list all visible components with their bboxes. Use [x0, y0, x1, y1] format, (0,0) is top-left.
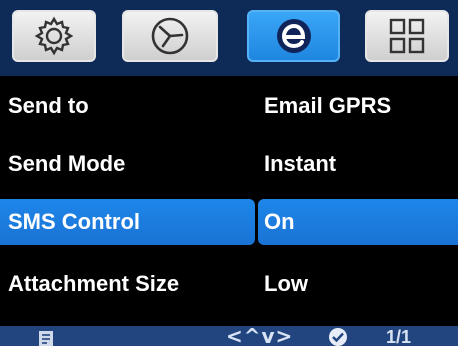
document-icon [39, 331, 53, 346]
clock-icon [151, 17, 189, 55]
setting-label: Send Mode [8, 151, 126, 176]
gear-icon [34, 16, 74, 56]
setting-row-send-mode[interactable]: Send Mode Instant [0, 141, 458, 187]
setting-row-send-to[interactable]: Send to Email GPRS [0, 83, 458, 129]
setting-label: Send to [8, 93, 89, 118]
network-e-icon [276, 19, 311, 53]
menu-tab-bar [0, 0, 458, 76]
setting-row-attachment-size[interactable]: Attachment Size Low [0, 261, 458, 307]
camera-menu-screen: Send to Email GPRS Send Mode Instant SMS… [0, 0, 458, 346]
setting-row-sms-control[interactable]: SMS Control On [0, 199, 458, 245]
status-bar: <^v> 1/1 [0, 324, 458, 346]
tab-settings[interactable] [12, 10, 96, 62]
check-circle-icon [329, 328, 347, 346]
tab-apps[interactable] [365, 10, 449, 62]
setting-value: Instant [264, 151, 337, 176]
grid-icon [389, 18, 425, 54]
setting-value: Email GPRS [264, 93, 392, 118]
page-indicator: 1/1 [386, 327, 412, 346]
setting-value: Low [264, 271, 308, 296]
setting-label: SMS Control [8, 209, 140, 234]
setting-label: Attachment Size [8, 271, 180, 296]
navigation-arrows: <^v> [226, 324, 294, 346]
tab-network[interactable] [247, 10, 340, 62]
tab-time[interactable] [122, 10, 218, 62]
setting-value: On [264, 209, 295, 234]
